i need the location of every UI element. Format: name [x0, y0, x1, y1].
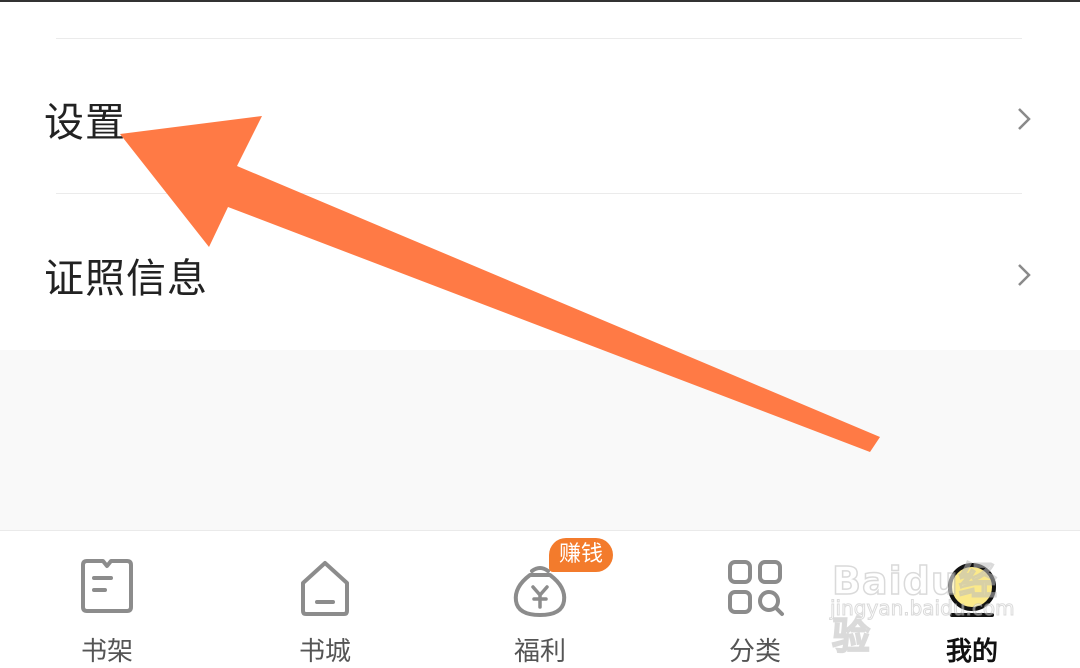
chevron-right-icon: [1018, 108, 1031, 130]
tab-bookshelf[interactable]: 书架: [47, 531, 167, 667]
watermark: Baidu经验 jingyan.baidu.com: [826, 528, 1026, 659]
tab-label: 分类: [728, 637, 781, 667]
tab-bookstore[interactable]: 书城: [265, 531, 385, 667]
home-icon: [301, 561, 349, 616]
bookshelf-icon: [81, 559, 133, 613]
menu-item-settings[interactable]: 设置: [0, 54, 1080, 184]
divider: [56, 193, 1022, 194]
tab-category[interactable]: 分类: [695, 531, 815, 667]
chevron-right-icon: [1018, 264, 1031, 286]
top-edge: [0, 0, 1080, 2]
watermark-site: jingyan.baidu.com: [830, 596, 1016, 621]
tab-label: 书城: [298, 637, 351, 667]
tab-label: 福利: [513, 637, 566, 667]
menu-item-label: 证照信息: [44, 256, 208, 302]
menu-item-license-info[interactable]: 证照信息: [0, 210, 1080, 340]
menu-item-label: 设置: [44, 100, 126, 146]
content-background: [0, 350, 1080, 530]
category-grid-icon: [728, 560, 784, 616]
earn-badge: 赚钱: [549, 538, 614, 572]
divider: [56, 38, 1022, 39]
tab-label: 书架: [80, 637, 133, 667]
